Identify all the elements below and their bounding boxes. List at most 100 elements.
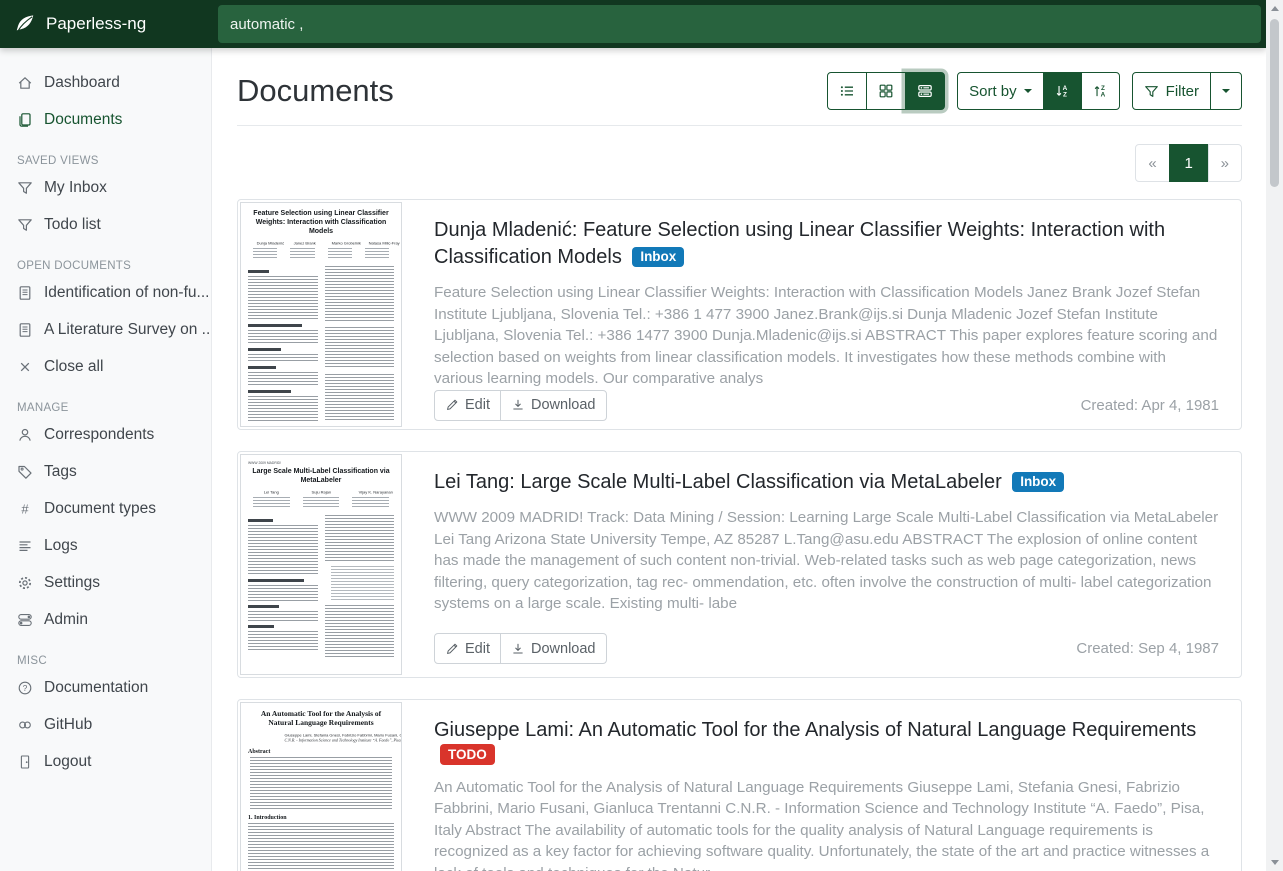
thumb-author: Dunja Mladenić xyxy=(257,241,274,244)
filter-label: Filter xyxy=(1166,83,1199,100)
sidebar-item-label: Correspondents xyxy=(44,426,154,444)
sidebar-item-logs[interactable]: Logs xyxy=(0,527,211,564)
sort-descending-button[interactable]: AZ xyxy=(1043,72,1082,110)
download-icon xyxy=(511,398,525,412)
created-date: Created: Sep 4, 1987 xyxy=(1076,640,1219,657)
sidebar-item-label: Todo list xyxy=(44,216,101,234)
sidebar-item-label: Admin xyxy=(44,611,88,629)
document-card: WWW 2009 MADRID! Track: Data Mining / Se… xyxy=(237,451,1242,678)
thumb-abstract-heading: Abstract xyxy=(248,749,394,755)
document-title-link[interactable]: Dunja Mladenić: Feature Selection using … xyxy=(434,219,1165,268)
pagination-prev-button[interactable]: « xyxy=(1135,144,1169,182)
tag-badge-inbox[interactable]: Inbox xyxy=(1012,472,1064,493)
sidebar-item-label: Documents xyxy=(44,111,122,129)
sidebar-item-label: My Inbox xyxy=(44,179,107,197)
sidebar-item-label: Logs xyxy=(44,537,78,555)
pagination-next-button[interactable]: » xyxy=(1208,144,1242,182)
tag-badge-todo[interactable]: TODO xyxy=(440,744,495,765)
toolbar: Sort by AZ ZA Filter xyxy=(827,72,1242,110)
document-thumbnail[interactable]: WWW 2009 MADRID! Track: Data Mining / Se… xyxy=(238,452,404,677)
brand[interactable]: Paperless-ng xyxy=(0,13,213,35)
gear-icon xyxy=(17,575,33,591)
sidebar-item-my-inbox[interactable]: My Inbox xyxy=(0,169,211,206)
document-card: An Automatic Tool for the Analysis of Na… xyxy=(237,699,1242,871)
sidebar-item-label: A Literature Survey on ... xyxy=(44,321,212,339)
grid-icon xyxy=(878,83,894,99)
sidebar-item-dashboard[interactable]: Dashboard xyxy=(0,64,211,101)
sort-by-button[interactable]: Sort by xyxy=(957,72,1044,110)
file-text-icon xyxy=(17,285,33,301)
x-icon xyxy=(17,359,33,375)
brand-label: Paperless-ng xyxy=(46,14,146,34)
sidebar-item-correspondents[interactable]: Correspondents xyxy=(0,416,211,453)
download-button[interactable]: Download xyxy=(500,390,607,421)
chevron-down-icon xyxy=(1024,89,1032,93)
feather-icon xyxy=(14,13,36,35)
sidebar: Dashboard Documents SAVED VIEWS My Inbox… xyxy=(0,48,212,871)
document-excerpt: An Automatic Tool for the Analysis of Na… xyxy=(434,777,1219,871)
sidebar-item-admin[interactable]: Admin xyxy=(0,601,211,638)
document-card: Feature Selection using Linear Classifie… xyxy=(237,199,1242,430)
sidebar-item-settings[interactable]: Settings xyxy=(0,564,211,601)
sidebar-item-logout[interactable]: Logout xyxy=(0,743,211,780)
search-form xyxy=(213,5,1266,43)
edit-button[interactable]: Edit xyxy=(434,633,501,664)
sidebar-item-label: GitHub xyxy=(44,716,92,734)
sidebar-item-tags[interactable]: Tags xyxy=(0,453,211,490)
funnel-icon xyxy=(1144,84,1159,99)
sidebar-item-github[interactable]: GitHub xyxy=(0,706,211,743)
sidebar-item-todo-list[interactable]: Todo list xyxy=(0,206,211,243)
scrollbar-thumb[interactable] xyxy=(1270,19,1279,187)
search-input[interactable] xyxy=(218,5,1261,43)
sidebar-item-close-all[interactable]: Close all xyxy=(0,348,211,385)
scrollbar-down-arrow-icon[interactable] xyxy=(1271,860,1279,865)
text-lines-icon xyxy=(17,538,33,554)
sidebar-item-open-document-1[interactable]: Identification of non-fu... xyxy=(0,274,211,311)
download-icon xyxy=(511,642,525,656)
file-text-icon xyxy=(17,322,33,338)
sidebar-item-label: Close all xyxy=(44,358,103,376)
top-navbar: Paperless-ng xyxy=(0,0,1266,48)
pencil-icon xyxy=(445,398,459,412)
thumb-author: Vijay K. Narayanan xyxy=(359,490,382,493)
header-divider xyxy=(237,125,1242,126)
download-label: Download xyxy=(531,397,596,413)
page-title: Documents xyxy=(237,73,394,109)
sort-ascending-button[interactable]: ZA xyxy=(1081,72,1120,110)
scrollbar-up-arrow-icon[interactable] xyxy=(1271,6,1279,11)
document-thumbnail[interactable]: Feature Selection using Linear Classifie… xyxy=(238,200,404,429)
view-list-button[interactable] xyxy=(827,72,867,110)
document-thumbnail[interactable]: An Automatic Tool for the Analysis of Na… xyxy=(238,700,404,871)
scrollbar[interactable] xyxy=(1266,0,1283,871)
thumb-intro-heading: 1. Introduction xyxy=(248,815,394,821)
sidebar-item-document-types[interactable]: # Document types xyxy=(0,490,211,527)
view-grid-button[interactable] xyxy=(866,72,906,110)
main-content: Documents Sort by AZ xyxy=(213,48,1266,871)
tag-icon xyxy=(17,464,33,480)
thumb-affiliation: C.N.R. - Information Science and Technol… xyxy=(285,738,358,741)
thumb-author: Suju Rajan xyxy=(309,490,332,493)
sidebar-item-documents[interactable]: Documents xyxy=(0,101,211,138)
hash-icon: # xyxy=(17,501,33,517)
sidebar-item-open-document-2[interactable]: A Literature Survey on ... xyxy=(0,311,211,348)
stack-details-icon xyxy=(917,83,933,99)
view-details-button[interactable] xyxy=(905,72,945,110)
document-title-row: Giuseppe Lami: An Automatic Tool for the… xyxy=(434,717,1219,766)
document-title-link[interactable]: Lei Tang: Large Scale Multi-Label Classi… xyxy=(434,471,1002,493)
sidebar-item-documentation[interactable]: ? Documentation xyxy=(0,669,211,706)
document-title-row: Lei Tang: Large Scale Multi-Label Classi… xyxy=(434,469,1219,496)
pagination-page-1[interactable]: 1 xyxy=(1169,144,1209,182)
download-button[interactable]: Download xyxy=(500,633,607,664)
link-icon xyxy=(17,717,33,733)
filter-dropdown-button[interactable] xyxy=(1210,72,1242,110)
filter-button[interactable]: Filter xyxy=(1132,72,1211,110)
list-icon xyxy=(839,83,855,99)
document-list: Feature Selection using Linear Classifie… xyxy=(237,199,1242,871)
edit-button[interactable]: Edit xyxy=(434,390,501,421)
tag-badge-inbox[interactable]: Inbox xyxy=(632,247,684,268)
sidebar-item-label: Documentation xyxy=(44,679,148,697)
document-title-link[interactable]: Giuseppe Lami: An Automatic Tool for the… xyxy=(434,719,1196,741)
sidebar-item-label: Document types xyxy=(44,500,156,518)
edit-label: Edit xyxy=(465,641,490,657)
thumb-author: Natasa Milic-Fray xyxy=(368,241,385,244)
